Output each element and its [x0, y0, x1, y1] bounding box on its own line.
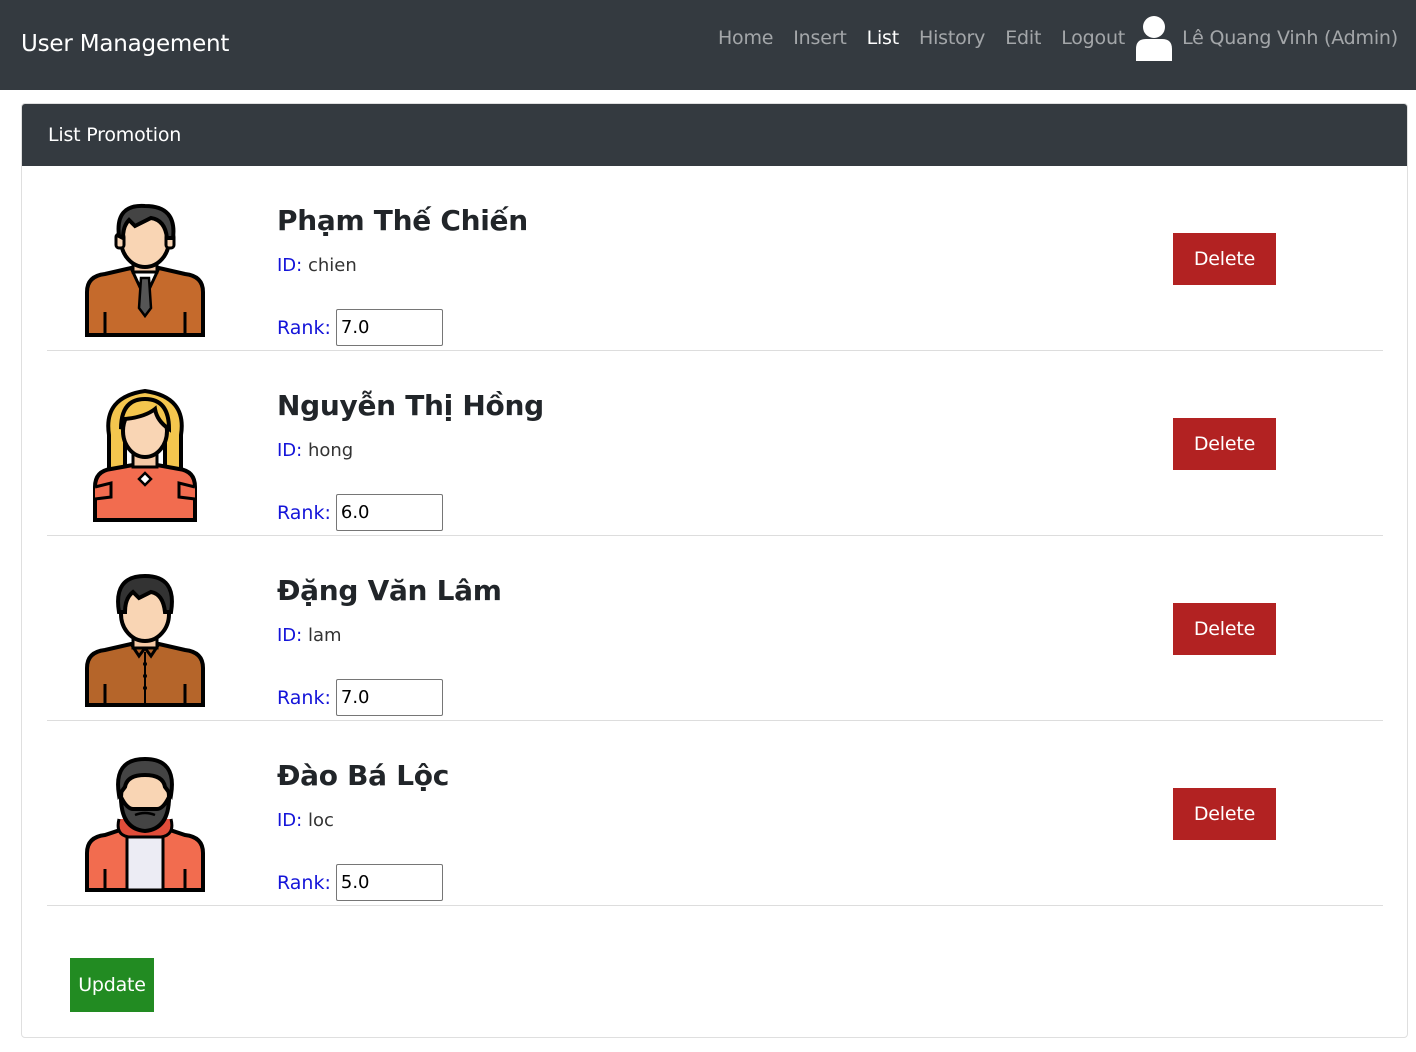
rank-label: Rank: — [277, 501, 331, 524]
nav-list[interactable]: List — [867, 27, 900, 49]
user-row: Nguyễn Thị Hồng ID: hong Rank: Delete — [47, 351, 1383, 536]
rank-input[interactable] — [335, 309, 443, 346]
rank-input[interactable] — [335, 864, 443, 901]
id-label: ID: — [277, 625, 303, 646]
update-button[interactable]: Update — [70, 958, 154, 1012]
user-name-heading: Đào Bá Lộc — [277, 759, 450, 792]
delete-button[interactable]: Delete — [1173, 233, 1276, 285]
user-id-value: lam — [307, 625, 342, 646]
nav-home[interactable]: Home — [718, 27, 774, 49]
top-navbar: User Management Home Insert List History… — [0, 0, 1416, 90]
rank-input[interactable] — [335, 679, 443, 716]
rank-label: Rank: — [277, 871, 331, 894]
delete-button[interactable]: Delete — [1173, 603, 1276, 655]
rank-input[interactable] — [335, 494, 443, 531]
user-name-heading: Phạm Thế Chiến — [277, 204, 528, 237]
man-shirt-avatar-icon — [85, 573, 205, 707]
user-row: Đặng Văn Lâm ID: lam Rank: Delete — [47, 536, 1383, 721]
nav-logout[interactable]: Logout — [1061, 27, 1125, 49]
brand-title[interactable]: User Management — [21, 31, 229, 57]
card-title: List Promotion — [22, 104, 1407, 166]
delete-button[interactable]: Delete — [1173, 418, 1276, 470]
delete-button[interactable]: Delete — [1173, 788, 1276, 840]
user-id-line: ID: lam — [277, 625, 342, 646]
user-id-value: hong — [307, 440, 354, 461]
rank-label: Rank: — [277, 686, 331, 709]
user-name-heading: Nguyễn Thị Hồng — [277, 389, 544, 422]
user-id-line: ID: hong — [277, 440, 353, 461]
id-label: ID: — [277, 810, 303, 831]
man-beard-hoodie-avatar-icon — [85, 757, 205, 892]
user-id-value: chien — [307, 255, 357, 276]
user-id-value: loc — [307, 810, 334, 831]
user-menu[interactable]: Lê Quang Vinh (Admin) — [1134, 15, 1398, 61]
nav-insert[interactable]: Insert — [793, 27, 846, 49]
nav-links: Home Insert List History Edit Logout Lê … — [698, 16, 1398, 61]
id-label: ID: — [277, 440, 303, 461]
rank-line: Rank: — [277, 864, 443, 901]
nav-edit[interactable]: Edit — [1005, 27, 1041, 49]
user-name-heading: Đặng Văn Lâm — [277, 574, 502, 607]
user-row: Đào Bá Lộc ID: loc Rank: Delete — [47, 721, 1383, 906]
rank-line: Rank: — [277, 494, 443, 531]
promotion-card: List Promotion Phạm Thế Chiến ID: chien … — [21, 103, 1408, 1038]
woman-blonde-avatar-icon — [93, 388, 197, 522]
user-row: Phạm Thế Chiến ID: chien Rank: Delete — [47, 166, 1383, 351]
nav-history[interactable]: History — [919, 27, 985, 49]
id-label: ID: — [277, 255, 303, 276]
rank-line: Rank: — [277, 309, 443, 346]
user-icon — [1136, 16, 1173, 61]
user-id-line: ID: chien — [277, 255, 357, 276]
rank-label: Rank: — [277, 316, 331, 339]
rank-line: Rank: — [277, 679, 443, 716]
user-name: Lê Quang Vinh (Admin) — [1182, 27, 1398, 49]
man-suit-tie-avatar-icon — [85, 203, 205, 337]
user-id-line: ID: loc — [277, 810, 334, 831]
